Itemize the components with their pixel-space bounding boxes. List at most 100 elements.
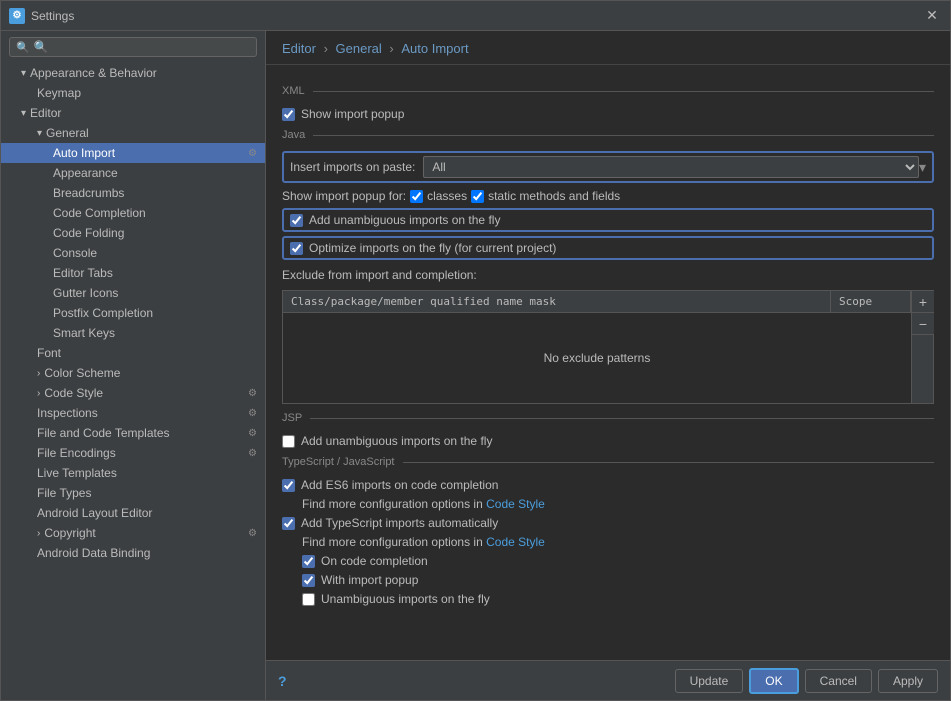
sidebar-item-label: Keymap — [37, 86, 257, 100]
sidebar-item-console[interactable]: Console — [1, 243, 265, 263]
sidebar-item-copyright[interactable]: › Copyright ⚙ — [1, 523, 265, 543]
optimize-imports-label: Optimize imports on the fly (for current… — [309, 241, 556, 255]
sidebar-item-file-types[interactable]: File Types — [1, 483, 265, 503]
sidebar-item-label: Auto Import — [53, 146, 248, 160]
sidebar-item-gutter-icons[interactable]: Gutter Icons — [1, 283, 265, 303]
help-icon[interactable]: ? — [278, 673, 287, 689]
xml-show-import-popup-checkbox[interactable] — [282, 108, 295, 121]
add-exclude-button[interactable]: + — [912, 291, 934, 313]
sidebar-item-code-completion[interactable]: Code Completion — [1, 203, 265, 223]
sidebar-item-label: File and Code Templates — [37, 426, 248, 440]
sidebar-item-editor[interactable]: ▾ Editor — [1, 103, 265, 123]
sidebar-item-file-encodings[interactable]: File Encodings ⚙ — [1, 443, 265, 463]
sidebar-item-label: File Encodings — [37, 446, 248, 460]
expand-arrow: › — [37, 388, 40, 399]
remove-exclude-button[interactable]: − — [912, 313, 934, 335]
with-import-popup-checkbox[interactable] — [302, 574, 315, 587]
add-es6-checkbox[interactable] — [282, 479, 295, 492]
static-methods-checkbox[interactable] — [471, 190, 484, 203]
find-config-1-prefix: Find more configuration options in — [302, 497, 483, 511]
sidebar-item-label: Android Data Binding — [37, 546, 257, 560]
unambiguous-imports-row: Unambiguous imports on the fly — [282, 592, 934, 606]
column-scope-header: Scope — [831, 291, 911, 312]
breadcrumb-part2: General — [336, 41, 382, 56]
sidebar-item-font[interactable]: Font — [1, 343, 265, 363]
breadcrumb-part1: Editor — [282, 41, 316, 56]
sidebar-item-general[interactable]: ▾ General — [1, 123, 265, 143]
on-code-completion-label: On code completion — [321, 554, 428, 568]
main-panel: Editor › General › Auto Import XML Show … — [266, 31, 950, 700]
unambiguous-imports-label: Unambiguous imports on the fly — [321, 592, 490, 606]
apply-button[interactable]: Apply — [878, 669, 938, 693]
show-import-popup-for-row: Show import popup for: classes static me… — [282, 189, 934, 203]
breadcrumb-sep2: › — [389, 41, 397, 56]
window-title: Settings — [31, 9, 922, 23]
optimize-imports-checkbox[interactable] — [290, 242, 303, 255]
insert-imports-select[interactable]: All Ask None — [423, 156, 919, 178]
sidebar-item-label: Code Folding — [53, 226, 257, 240]
ok-button[interactable]: OK — [749, 668, 798, 694]
on-code-completion-row: On code completion — [282, 554, 934, 568]
search-icon: 🔍 — [16, 41, 30, 54]
sidebar-item-label: Editor Tabs — [53, 266, 257, 280]
unambiguous-imports-checkbox[interactable] — [302, 593, 315, 606]
sidebar-item-live-templates[interactable]: Live Templates — [1, 463, 265, 483]
search-input[interactable] — [34, 40, 250, 54]
exclude-table: Class/package/member qualified name mask… — [282, 290, 934, 404]
static-methods-label: static methods and fields — [488, 189, 620, 203]
sidebar-item-smart-keys[interactable]: Smart Keys — [1, 323, 265, 343]
optimize-imports-row: Optimize imports on the fly (for current… — [282, 236, 934, 260]
settings-icon: ⚙ — [248, 528, 257, 539]
sidebar-item-color-scheme[interactable]: › Color Scheme — [1, 363, 265, 383]
xml-section-header: XML — [282, 85, 934, 97]
sidebar-item-file-code-templates[interactable]: File and Code Templates ⚙ — [1, 423, 265, 443]
sidebar-item-auto-import[interactable]: Auto Import ⚙ — [1, 143, 265, 163]
exclude-table-inner: Class/package/member qualified name mask… — [283, 291, 911, 403]
sidebar-item-android-data-binding[interactable]: Android Data Binding — [1, 543, 265, 563]
sidebar-item-postfix-completion[interactable]: Postfix Completion — [1, 303, 265, 323]
typescript-label: TypeScript / JavaScript — [282, 456, 395, 468]
sidebar-item-appearance[interactable]: Appearance — [1, 163, 265, 183]
update-button[interactable]: Update — [675, 669, 744, 693]
cancel-button[interactable]: Cancel — [805, 669, 872, 693]
typescript-section-header: TypeScript / JavaScript — [282, 456, 934, 468]
sidebar-item-label: Live Templates — [37, 466, 257, 480]
jsp-label: JSP — [282, 412, 302, 424]
java-label: Java — [282, 129, 305, 141]
sidebar-item-editor-tabs[interactable]: Editor Tabs — [1, 263, 265, 283]
sidebar-item-label: Font — [37, 346, 257, 360]
sidebar-item-inspections[interactable]: Inspections ⚙ — [1, 403, 265, 423]
sidebar-item-keymap[interactable]: Keymap — [1, 83, 265, 103]
jsp-add-unambiguous-row: Add unambiguous imports on the fly — [282, 434, 934, 448]
main-content: 🔍 ▾ Appearance & Behavior Keymap ▾ Edito… — [1, 31, 950, 700]
xml-label: XML — [282, 85, 305, 97]
sidebar-item-label: General — [46, 126, 257, 140]
sidebar-item-appearance-behavior[interactable]: ▾ Appearance & Behavior — [1, 63, 265, 83]
no-patterns-text: No exclude patterns — [544, 351, 651, 365]
add-unambiguous-checkbox[interactable] — [290, 214, 303, 227]
sidebar-item-label: Color Scheme — [44, 366, 257, 380]
classes-checkbox[interactable] — [410, 190, 423, 203]
insert-imports-row: Insert imports on paste: All Ask None ▾ — [282, 151, 934, 183]
sidebar-item-label: Appearance & Behavior — [30, 66, 257, 80]
sidebar-item-code-style[interactable]: › Code Style ⚙ — [1, 383, 265, 403]
breadcrumb: Editor › General › Auto Import — [266, 31, 950, 65]
code-style-link-1[interactable]: Code Style — [486, 497, 545, 511]
sidebar-item-breadcrumbs[interactable]: Breadcrumbs — [1, 183, 265, 203]
column-name-header: Class/package/member qualified name mask — [283, 291, 831, 312]
exclude-table-header: Class/package/member qualified name mask… — [283, 291, 911, 313]
add-typescript-checkbox[interactable] — [282, 517, 295, 530]
sidebar-item-label: Copyright — [44, 526, 248, 540]
jsp-add-unambiguous-checkbox[interactable] — [282, 435, 295, 448]
settings-window: ⚙ Settings ✕ 🔍 ▾ Appearance & Behavior K… — [0, 0, 951, 701]
add-es6-label: Add ES6 imports on code completion — [301, 478, 498, 492]
close-button[interactable]: ✕ — [922, 6, 942, 26]
with-import-popup-label: With import popup — [321, 573, 418, 587]
exclude-label: Exclude from import and completion: — [282, 268, 934, 282]
on-code-completion-checkbox[interactable] — [302, 555, 315, 568]
sidebar-item-code-folding[interactable]: Code Folding — [1, 223, 265, 243]
sidebar-item-android-layout-editor[interactable]: Android Layout Editor — [1, 503, 265, 523]
code-style-link-2[interactable]: Code Style — [486, 535, 545, 549]
search-box[interactable]: 🔍 — [9, 37, 257, 57]
add-typescript-label: Add TypeScript imports automatically — [301, 516, 498, 530]
